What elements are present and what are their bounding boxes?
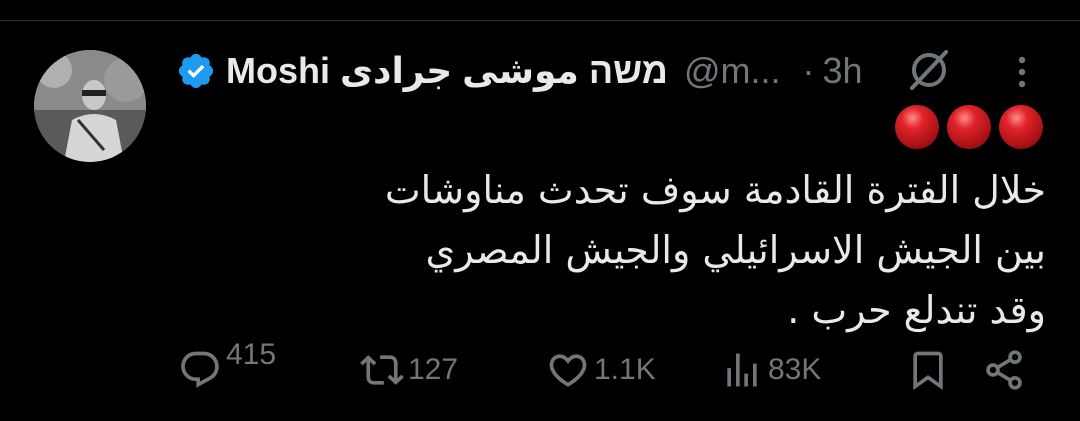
bookmark-icon [913,351,943,391]
display-name[interactable]: Moshi משה موشى جرادى [226,50,668,92]
share-button[interactable] [982,340,1026,400]
like-count: 1.1K [594,353,656,386]
grok-icon[interactable] [904,46,954,92]
reply-icon [181,351,219,388]
tweet-text-line: بين الجيش الاسرائيلي والجيش المصري [425,228,1046,272]
reply-button[interactable]: 415 [178,338,277,400]
separator-dot: · [802,50,815,91]
tweet-text: خلال الفترة القادمة سوف تحدث مناوشات بين… [180,160,1046,340]
more-options-icon[interactable] [1006,52,1038,92]
bookmark-button[interactable] [906,340,950,400]
views-count: 83K [768,353,822,386]
verified-badge-icon [178,53,214,89]
reply-count: 415 [226,338,277,371]
top-divider [0,20,1080,21]
emoji-row [892,104,1046,150]
repost-button[interactable]: 127 [360,340,458,400]
red-circle-icon [895,105,939,149]
repost-count: 127 [408,353,459,386]
heart-icon [549,354,587,387]
action-bar: 415 127 1.1K 83K [0,338,1080,400]
tweet-text-line: وقد تندلع حرب . [787,288,1046,332]
views-button[interactable]: 83K [720,340,821,400]
like-button[interactable]: 1.1K [546,340,656,400]
user-handle[interactable]: @m... [684,50,781,92]
avatar[interactable] [34,50,146,162]
red-circle-icon [999,105,1043,149]
tweet-text-line: خلال الفترة القادمة سوف تحدث مناوشات [384,168,1046,212]
share-icon [986,350,1022,390]
red-circle-icon [947,105,991,149]
views-chart-icon [727,353,757,387]
repost-icon [360,355,404,385]
avatar-photo [34,50,146,162]
timestamp[interactable]: 3h [822,50,862,92]
